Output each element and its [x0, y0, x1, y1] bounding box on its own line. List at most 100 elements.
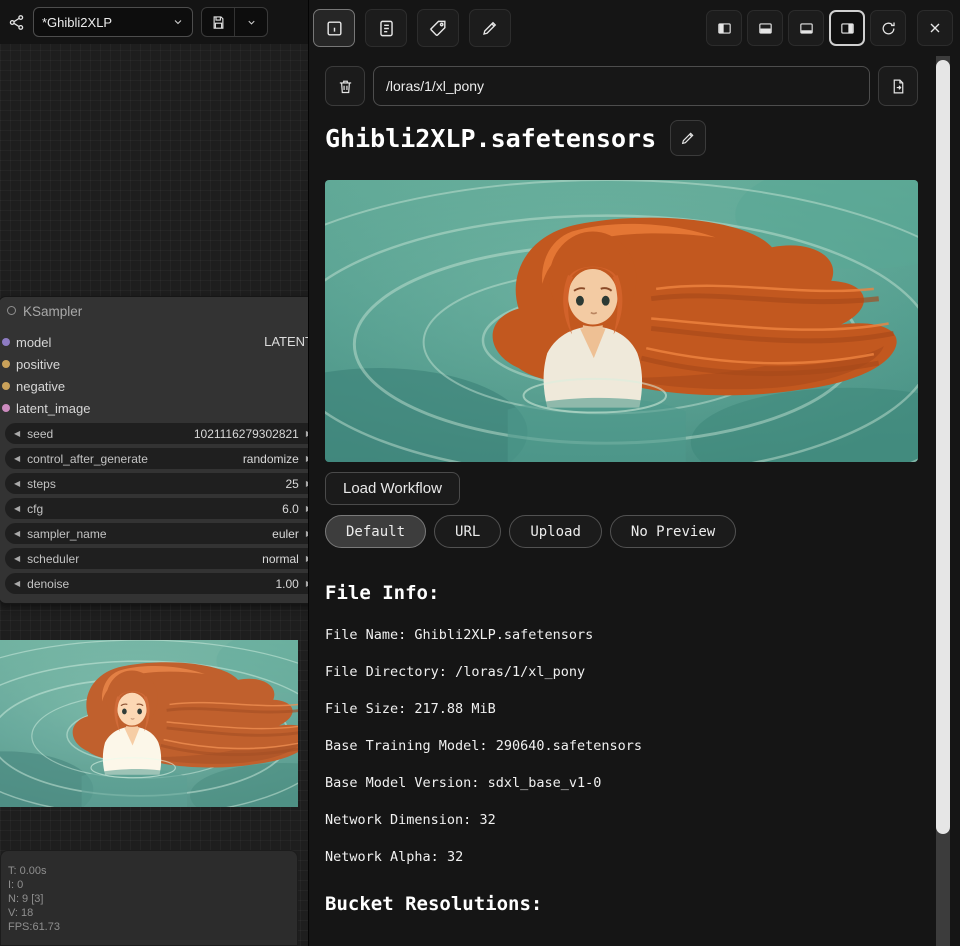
document-icon [377, 19, 396, 38]
widget-sampler-name[interactable]: ◀sampler_name euler▶ [5, 523, 308, 544]
tab-edit[interactable] [469, 9, 511, 47]
dock-left-button[interactable] [706, 10, 742, 46]
widget-seed[interactable]: ◀seed 1021116279302821▶ [5, 423, 308, 444]
panel-toolbar [309, 6, 960, 50]
input-slot-icon[interactable] [2, 360, 10, 368]
input-slot-icon[interactable] [2, 404, 10, 412]
node-header[interactable]: KSampler [0, 297, 308, 325]
scrollbar-thumb[interactable] [936, 60, 950, 834]
dock-right-icon [839, 20, 856, 37]
decrement-icon[interactable]: ◀ [14, 480, 20, 488]
rename-button[interactable] [670, 120, 706, 156]
path-bar [325, 66, 918, 106]
save-split-button [201, 7, 268, 37]
tab-info[interactable] [313, 9, 355, 47]
preview-source-options: Default URL Upload No Preview [325, 515, 736, 548]
increment-icon[interactable]: ▶ [306, 430, 308, 438]
decrement-icon[interactable]: ◀ [14, 530, 20, 538]
node-canvas[interactable]: *Ghibli2XLP KSampler LATENT model [0, 0, 308, 946]
node-input-negative[interactable]: negative [0, 375, 308, 397]
stat-line: I: 0 [8, 878, 60, 892]
file-info-row: Base Model Version: sdxl_base_v1-0 [325, 775, 642, 791]
widget-steps[interactable]: ◀steps 25▶ [5, 473, 308, 494]
widget-cfg[interactable]: ◀cfg 6.0▶ [5, 498, 308, 519]
workflow-toolbar: *Ghibli2XLP [0, 0, 308, 44]
increment-icon[interactable]: ▶ [306, 530, 308, 538]
decrement-icon[interactable]: ◀ [14, 555, 20, 563]
dock-left-icon [716, 20, 733, 37]
panel-position-controls [706, 10, 953, 46]
canvas-stats-overlay: T: 0.00s I: 0 N: 9 [3] V: 18 FPS:61.73 [8, 864, 60, 934]
tab-tags[interactable] [417, 9, 459, 47]
pencil-icon [481, 19, 499, 37]
dock-bottom-small-icon [798, 20, 815, 37]
open-file-button[interactable] [878, 66, 918, 106]
delete-button[interactable] [325, 66, 365, 106]
widget-scheduler[interactable]: ◀scheduler normal▶ [5, 548, 308, 569]
trash-icon [337, 78, 354, 95]
file-info-row: Base Training Model: 290640.safetensors [325, 738, 642, 754]
stat-line: T: 0.00s [8, 864, 60, 878]
stat-line: FPS:61.73 [8, 920, 60, 934]
panel-scrollbar[interactable] [936, 56, 950, 946]
preview-option-no-preview[interactable]: No Preview [610, 515, 736, 548]
decrement-icon[interactable]: ◀ [14, 580, 20, 588]
file-info-row: Network Dimension: 32 [325, 812, 642, 828]
node-widgets: ◀seed 1021116279302821▶ ◀control_after_g… [0, 423, 308, 594]
preview-option-default[interactable]: Default [325, 515, 426, 548]
refresh-button[interactable] [870, 10, 906, 46]
stat-line: V: 18 [8, 906, 60, 920]
chevron-down-icon [246, 17, 257, 28]
input-slot-icon[interactable] [2, 338, 10, 346]
increment-icon[interactable]: ▶ [306, 580, 308, 588]
node-title: KSampler [23, 304, 82, 319]
node-input-model[interactable]: model [0, 331, 308, 353]
file-info-row: Network Alpha: 32 [325, 849, 642, 865]
node-output-latent[interactable]: LATENT [264, 334, 308, 349]
share-icon[interactable] [8, 14, 25, 31]
widget-control-after-generate[interactable]: ◀control_after_generate randomize▶ [5, 448, 308, 469]
workflow-select[interactable]: *Ghibli2XLP [33, 7, 193, 37]
increment-icon[interactable]: ▶ [306, 555, 308, 563]
node-input-latent-image[interactable]: latent_image [0, 397, 308, 419]
decrement-icon[interactable]: ◀ [14, 430, 20, 438]
save-menu-button[interactable] [235, 8, 267, 36]
preview-option-url[interactable]: URL [434, 515, 501, 548]
model-title: Ghibli2XLP.safetensors [325, 124, 656, 153]
node-input-positive[interactable]: positive [0, 353, 308, 375]
increment-icon[interactable]: ▶ [306, 455, 308, 463]
preview-option-upload[interactable]: Upload [509, 515, 602, 548]
info-icon [325, 19, 344, 38]
model-title-row: Ghibli2XLP.safetensors [325, 120, 706, 156]
increment-icon[interactable]: ▶ [306, 480, 308, 488]
bucket-resolutions-heading: Bucket Resolutions: [325, 893, 542, 915]
node-collapse-dot[interactable] [7, 306, 16, 315]
file-info-list: File Name: Ghibli2XLP.safetensors File D… [325, 627, 642, 886]
close-panel-button[interactable] [917, 10, 953, 46]
dock-right-button[interactable] [829, 10, 865, 46]
dock-bottom-small-button[interactable] [788, 10, 824, 46]
decrement-icon[interactable]: ◀ [14, 455, 20, 463]
file-info-row: File Size: 217.88 MiB [325, 701, 642, 717]
widget-denoise[interactable]: ◀denoise 1.00▶ [5, 573, 308, 594]
refresh-icon [880, 20, 897, 37]
lora-info-panel: Ghibli2XLP.safetensors Load Workflow Def… [308, 0, 960, 946]
canvas-preview-image[interactable] [0, 640, 298, 807]
node-body: LATENT model positive negative latent_im… [0, 325, 308, 594]
decrement-icon[interactable]: ◀ [14, 505, 20, 513]
file-path-input[interactable] [373, 66, 870, 106]
model-preview-image [325, 180, 918, 462]
save-icon [211, 15, 226, 30]
input-slot-icon[interactable] [2, 382, 10, 390]
save-button[interactable] [202, 8, 234, 36]
increment-icon[interactable]: ▶ [306, 505, 308, 513]
load-workflow-button[interactable]: Load Workflow [325, 472, 460, 505]
tab-description[interactable] [365, 9, 407, 47]
dock-bottom-button[interactable] [747, 10, 783, 46]
file-info-heading: File Info: [325, 582, 439, 604]
stat-line: N: 9 [3] [8, 892, 60, 906]
pencil-icon [680, 130, 696, 146]
ksampler-node[interactable]: KSampler LATENT model positive negative … [0, 296, 308, 604]
dock-bottom-icon [757, 20, 774, 37]
close-icon [927, 20, 943, 36]
